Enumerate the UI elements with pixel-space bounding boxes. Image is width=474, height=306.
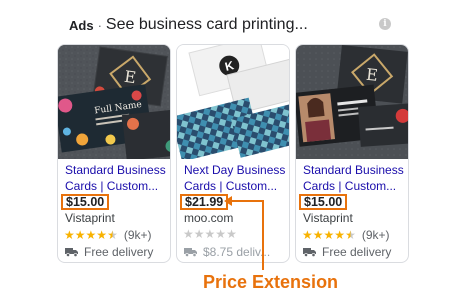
callout-label: Price Extension (203, 272, 339, 292)
callout-arrow (224, 196, 264, 270)
